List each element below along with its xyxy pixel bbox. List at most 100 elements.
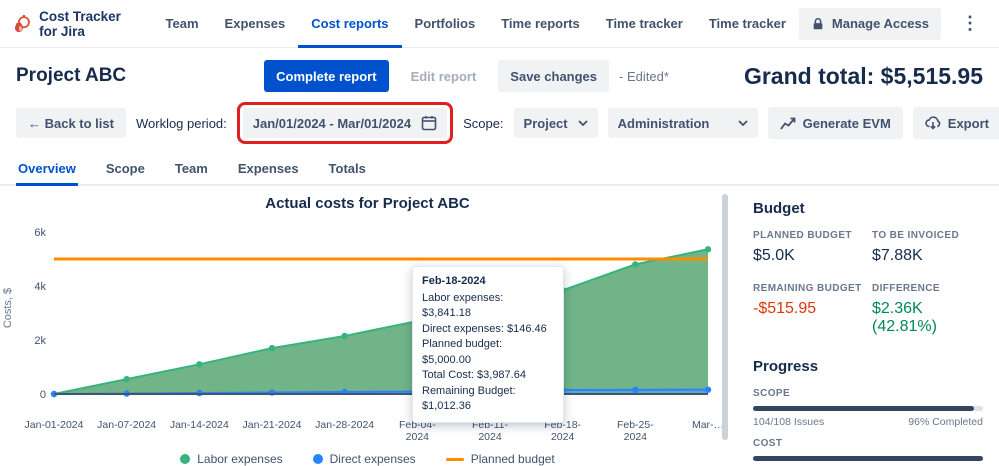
tooltip-row: Remaining Budget: $1,012.36 xyxy=(422,384,554,415)
scope-completed-percent: 96% Completed xyxy=(908,416,983,428)
difference-sub-value: (42.81%) xyxy=(872,318,983,336)
nav-item-team[interactable]: Team xyxy=(153,0,212,48)
edit-report-button[interactable]: Edit report xyxy=(399,60,489,92)
budget-line-icon xyxy=(446,458,464,461)
legend-planned-budget[interactable]: Planned budget xyxy=(446,452,555,466)
x-axis-label: Feb-25-2024 xyxy=(599,419,671,443)
topnav-actions: Manage Access ⋮ xyxy=(799,8,987,40)
tab-overview[interactable]: Overview xyxy=(16,152,78,186)
x-axis-label: Jan-14-2024 xyxy=(163,419,235,431)
cost-progress-track xyxy=(753,456,983,461)
edited-status: - Edited* xyxy=(619,69,669,84)
category-select[interactable]: Administration xyxy=(608,108,758,138)
nav-item-time-tracker-1[interactable]: Time tracker xyxy=(593,0,696,48)
cost-progress-label: COST xyxy=(753,438,983,449)
budget-grid: PLANNED BUDGET $5.0K TO BE INVOICED $7.8… xyxy=(753,230,983,336)
tooltip-row: Direct expenses: $146.46 xyxy=(422,322,554,338)
page-title: Project ABC xyxy=(16,65,126,87)
progress-heading: Progress xyxy=(753,358,983,375)
scope-issues-count: 104/108 Issues xyxy=(753,416,824,428)
tooltip-row: Planned budget: $5,000.00 xyxy=(422,337,554,368)
chevron-down-icon xyxy=(738,120,748,126)
legend-label: Labor expenses xyxy=(197,452,282,466)
stat-label: DIFFERENCE xyxy=(872,283,983,294)
tab-totals[interactable]: Totals xyxy=(327,152,368,186)
nav-item-cost-reports[interactable]: Cost reports xyxy=(298,0,401,48)
stat-to-be-invoiced: TO BE INVOICED $7.88K xyxy=(872,230,983,265)
chart-legend: Labor expenses Direct expenses Planned b… xyxy=(0,452,735,466)
tab-team[interactable]: Team xyxy=(173,152,210,186)
nav-item-portfolios[interactable]: Portfolios xyxy=(402,0,489,48)
stat-remaining-budget: REMAINING BUDGET -$515.95 xyxy=(753,283,864,336)
calendar-icon xyxy=(421,115,437,131)
app-brand[interactable]: $ Cost Tracker for Jira xyxy=(12,9,123,39)
svg-text:0: 0 xyxy=(40,389,46,401)
more-menu-icon[interactable]: ⋮ xyxy=(953,11,987,36)
stat-label: REMAINING BUDGET xyxy=(753,283,864,294)
report-controls: ← Back to list Worklog period: Jan/01/20… xyxy=(0,96,999,152)
grand-total: Grand total: $5,515.95 xyxy=(744,63,983,90)
chart-tooltip: Feb-18-2024 Labor expenses: $3,841.18 Di… xyxy=(412,266,564,423)
back-to-list-button[interactable]: ← Back to list xyxy=(16,108,126,138)
tooltip-row: Total Cost: $3,987.64 xyxy=(422,368,554,384)
budget-heading: Budget xyxy=(753,200,983,217)
planned-budget-value: $5.0K xyxy=(753,247,864,265)
scope-progress-fill xyxy=(753,406,974,411)
export-label: Export xyxy=(948,116,989,131)
stat-label: TO BE INVOICED xyxy=(872,230,983,241)
scope-progress-label: SCOPE xyxy=(753,388,983,399)
vertical-scrollbar[interactable] xyxy=(722,194,728,440)
labor-dot-icon xyxy=(180,454,190,464)
direct-dot-icon xyxy=(313,454,323,464)
cost-progress-fill xyxy=(753,456,983,461)
nav-item-time-reports[interactable]: Time reports xyxy=(488,0,593,48)
manage-access-label: Manage Access xyxy=(832,16,929,31)
cost-progress: COST $5.52K/$5.0K -$515.95 Remaining xyxy=(753,438,983,466)
x-axis-label: Feb-11-2024 xyxy=(454,419,526,443)
app-window: $ Cost Tracker for Jira Team Expenses Co… xyxy=(0,0,999,466)
export-controls: Generate EVM Export xyxy=(768,107,999,139)
report-header: Project ABC Complete report Edit report … xyxy=(0,48,999,96)
legend-label: Direct expenses xyxy=(330,452,416,466)
x-axis-label: Feb-04-2024 xyxy=(381,419,453,443)
main-content: Actual costs for Project ABC Costs, $ 02… xyxy=(0,186,999,466)
category-select-value: Administration xyxy=(618,116,710,131)
x-axis-label: Jan-01-2024 xyxy=(18,419,90,431)
complete-report-button[interactable]: Complete report xyxy=(264,60,388,92)
legend-labor-expenses[interactable]: Labor expenses xyxy=(180,452,282,466)
manage-access-button[interactable]: Manage Access xyxy=(799,8,941,40)
scope-progress-track xyxy=(753,406,983,411)
svg-text:2k: 2k xyxy=(34,335,46,347)
scope-progress-meta: 104/108 Issues 96% Completed xyxy=(753,416,983,428)
scope-select[interactable]: Project xyxy=(514,108,598,138)
tab-scope[interactable]: Scope xyxy=(104,152,147,186)
scope-select-value: Project xyxy=(524,116,568,131)
chart-line-icon xyxy=(780,117,796,130)
x-axis-label: Mar-… xyxy=(672,419,744,431)
svg-text:6k: 6k xyxy=(34,227,46,239)
export-button[interactable]: Export xyxy=(913,107,999,139)
chart-title: Actual costs for Project ABC xyxy=(0,195,735,212)
cost-chart[interactable]: 02k4k6k xyxy=(8,212,728,412)
cloud-export-icon xyxy=(925,116,941,130)
stat-planned-budget: PLANNED BUDGET $5.0K xyxy=(753,230,864,265)
legend-label: Planned budget xyxy=(471,452,555,466)
chart-wrap: Costs, $ 02k4k6k Jan-01-2024Jan-07-2024J… xyxy=(8,212,735,451)
worklog-period-label: Worklog period: xyxy=(136,116,227,131)
scope-label: Scope: xyxy=(463,116,503,131)
generate-evm-label: Generate EVM xyxy=(803,116,891,131)
tooltip-row: Labor expenses: $3,841.18 xyxy=(422,291,554,322)
top-navigation: $ Cost Tracker for Jira Team Expenses Co… xyxy=(0,0,999,48)
app-logo-icon: $ xyxy=(12,9,31,39)
stat-difference: DIFFERENCE $2.36K (42.81%) xyxy=(872,283,983,336)
generate-evm-button[interactable]: Generate EVM xyxy=(768,107,903,139)
worklog-period-input[interactable]: Jan/01/2024 - Mar/01/2024 xyxy=(243,108,447,138)
report-actions: Complete report Edit report Save changes… xyxy=(264,60,669,92)
nav-item-expenses[interactable]: Expenses xyxy=(212,0,299,48)
tooltip-title: Feb-18-2024 xyxy=(422,274,554,290)
annotation-highlight: Jan/01/2024 - Mar/01/2024 xyxy=(237,102,453,144)
tab-expenses[interactable]: Expenses xyxy=(236,152,301,186)
legend-direct-expenses[interactable]: Direct expenses xyxy=(313,452,416,466)
nav-item-time-tracker-2[interactable]: Time tracker xyxy=(696,0,799,48)
save-changes-button[interactable]: Save changes xyxy=(498,60,609,92)
